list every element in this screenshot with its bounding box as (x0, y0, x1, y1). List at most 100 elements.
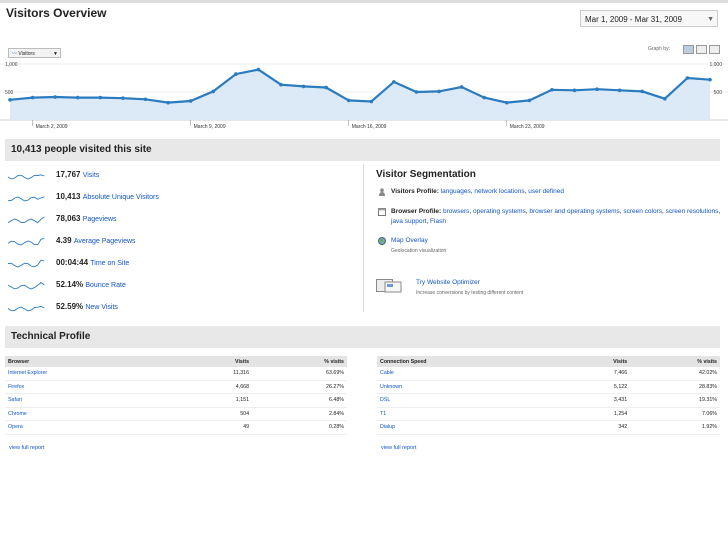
cell-visits: 1,254 (613, 410, 628, 417)
table-cell: 4,668 (171, 380, 253, 394)
row-name-link[interactable]: Opera (8, 424, 23, 430)
table-cell: DSL (377, 393, 561, 408)
data-point[interactable] (30, 95, 35, 100)
stat-text: 17,767 Visits (56, 170, 99, 179)
cell-pct-visits: 63.69% (326, 370, 344, 377)
data-point[interactable] (324, 85, 328, 90)
table-cell: Internet Explorer (5, 367, 172, 381)
table-cell: 26.27% (252, 380, 347, 394)
browser-full-report-link[interactable]: view full report (9, 445, 44, 451)
stat-label-link[interactable]: Average Pageviews (74, 238, 136, 245)
row-name-link[interactable]: Unknown (380, 384, 402, 390)
cell-visits: 3,431 (613, 397, 628, 404)
date-range-selector[interactable]: Mar 1, 2009 - Mar 31, 2009 ▼ (580, 10, 718, 27)
cell-visits: 7,466 (613, 370, 628, 377)
stat-label-link[interactable]: Pageviews (83, 216, 117, 223)
data-point[interactable] (369, 99, 374, 104)
data-point[interactable] (211, 89, 216, 94)
segment-link[interactable]: operating systems (473, 208, 526, 215)
table-row: Unknown 5,122 28.83% (377, 380, 720, 394)
cell-visits: 5,122 (613, 383, 628, 390)
stat-label-link[interactable]: Absolute Unique Visitors (83, 194, 159, 201)
graph-by-day-button[interactable] (683, 45, 694, 54)
data-point[interactable] (663, 96, 667, 101)
data-point[interactable] (640, 89, 645, 94)
table-cell: Safari (5, 393, 172, 408)
map-overlay-link[interactable]: Map Overlay (391, 237, 428, 244)
data-point[interactable] (414, 90, 419, 94)
data-point[interactable] (143, 97, 148, 102)
segment-link[interactable]: screen colors (623, 208, 662, 215)
stat-text: 52.14% Bounce Rate (56, 280, 126, 289)
table-cell: 11,316 (171, 367, 253, 381)
data-point[interactable] (188, 99, 193, 103)
row-name-link[interactable]: T1 (380, 411, 386, 417)
segment-link[interactable]: java support (391, 218, 426, 225)
data-point[interactable] (572, 88, 577, 93)
segment-link[interactable]: browsers (443, 208, 469, 215)
data-point[interactable] (166, 100, 170, 105)
data-point[interactable] (459, 85, 464, 89)
y-tick-label-left: 500 (5, 90, 14, 96)
segment-link[interactable]: Flash (430, 218, 446, 225)
segment-link[interactable]: network locations (474, 188, 524, 195)
stat-label-link[interactable]: New Visits (85, 304, 118, 311)
col-header-pct-visits: % visits (630, 356, 720, 367)
cell-pct-visits: 2.84% (328, 410, 344, 417)
graph-by-label: Graph by: (648, 46, 670, 52)
data-point[interactable] (346, 98, 351, 103)
data-point[interactable] (685, 76, 690, 80)
data-point[interactable] (234, 72, 238, 76)
table-cell: 1.92% (630, 420, 720, 435)
data-point[interactable] (8, 98, 12, 102)
data-point[interactable] (121, 96, 125, 100)
data-point[interactable] (595, 87, 599, 91)
row-name-link[interactable]: Internet Explorer (8, 370, 47, 376)
data-point[interactable] (550, 87, 554, 92)
segment-link[interactable]: user defined (528, 188, 564, 195)
stat-text: 10,413 Absolute Unique Visitors (56, 192, 159, 201)
col-header-visits: Visits (171, 356, 253, 367)
data-point[interactable] (527, 98, 532, 103)
data-point[interactable] (437, 89, 441, 94)
col-header-pct-visits: % visits (252, 356, 347, 367)
cell-pct-visits: 0.28% (328, 424, 344, 431)
stat-label-link[interactable]: Time on Site (90, 260, 129, 267)
data-point[interactable] (482, 95, 486, 100)
stat-label-link[interactable]: Visits (83, 172, 100, 179)
graph-by-week-button[interactable] (696, 45, 707, 54)
data-point[interactable] (256, 67, 261, 72)
data-point[interactable] (279, 82, 283, 87)
segment-link[interactable]: browser and operating systems (529, 208, 619, 215)
data-point[interactable] (617, 88, 622, 93)
data-point[interactable] (392, 80, 396, 84)
data-point[interactable] (53, 95, 57, 99)
try-website-optimizer-link[interactable]: Try Website Optimizer (416, 279, 480, 286)
sparkline-icon (8, 259, 45, 268)
row-name-link[interactable]: Safari (8, 397, 22, 403)
stat-text: 4.39 Average Pageviews (56, 236, 136, 245)
table-cell: 42.02% (630, 367, 720, 381)
segment-link[interactable]: languages (441, 188, 471, 195)
data-point[interactable] (504, 100, 509, 105)
table-cell: 3,431 (560, 393, 631, 408)
table-cell: 342 (560, 420, 631, 435)
stat-label-link[interactable]: Bounce Rate (85, 282, 125, 289)
row-name-link[interactable]: Firefox (8, 384, 24, 390)
data-point[interactable] (75, 95, 80, 100)
row-name-link[interactable]: Chrome (8, 411, 27, 417)
table-cell: 28.83% (630, 380, 720, 394)
row-name-link[interactable]: Cable (380, 370, 394, 376)
data-point[interactable] (708, 77, 712, 82)
connection-full-report-link[interactable]: view full report (381, 445, 416, 451)
segment-link[interactable]: screen resolutions (666, 208, 719, 215)
table-cell: 7.06% (630, 407, 720, 421)
row-name-link[interactable]: DSL (380, 397, 390, 403)
graph-by-month-button[interactable] (709, 45, 720, 54)
data-point[interactable] (301, 84, 306, 89)
date-range-label: Mar 1, 2009 - Mar 31, 2009 (585, 15, 682, 24)
stat-text: 78,063 Pageviews (56, 214, 117, 223)
table-cell: 504 (171, 407, 253, 421)
row-name-link[interactable]: Dialup (380, 424, 395, 430)
data-point[interactable] (98, 95, 103, 100)
